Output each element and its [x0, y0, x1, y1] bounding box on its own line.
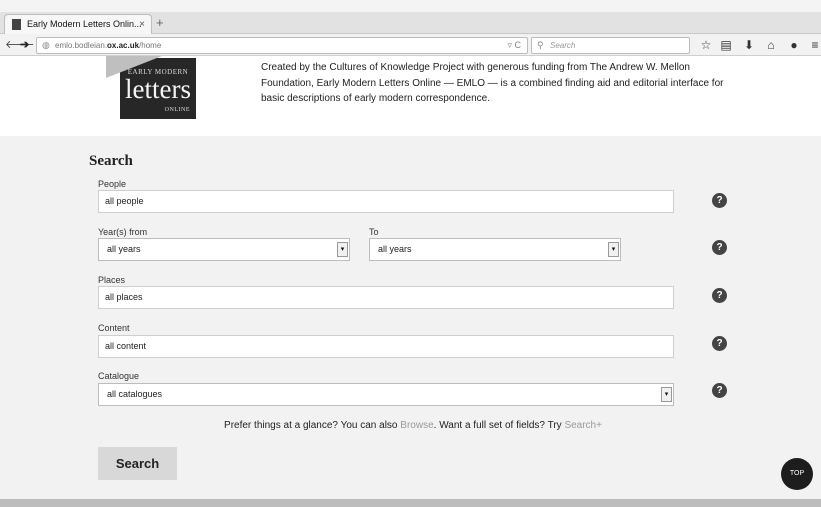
- download-icon[interactable]: ⬇: [741, 37, 757, 53]
- new-tab-button[interactable]: +: [156, 15, 164, 31]
- year-to-value: all years: [378, 244, 412, 254]
- content-input[interactable]: all content: [98, 335, 674, 358]
- globe-icon: ◍: [42, 40, 50, 50]
- year-from-select[interactable]: all years ▾: [98, 238, 350, 261]
- people-label: People: [98, 179, 127, 189]
- logo-line-main: letters: [125, 74, 191, 104]
- tab-title: Early Modern Letters Onlin...: [27, 19, 142, 29]
- search-placeholder: Search: [550, 41, 576, 50]
- places-label: Places: [98, 275, 126, 285]
- clipboard-icon[interactable]: ▤: [718, 37, 734, 53]
- emlo-logo[interactable]: EARLY MODERN letters ONLINE: [106, 56, 196, 119]
- address-bar[interactable]: ◍ emlo.bodleian.ox.ac.uk/home ▿ C: [36, 37, 528, 54]
- intro-text: Created by the Cultures of Knowledge Pro…: [261, 62, 724, 104]
- navigation-bar: 🡐 ➔ ◍ emlo.bodleian.ox.ac.uk/home ▿ C ⚲ …: [0, 34, 821, 56]
- catalogue-select[interactable]: all catalogues ▾: [98, 383, 674, 406]
- chat-icon[interactable]: ●: [786, 37, 802, 53]
- glance-prompt: Prefer things at a glance? You can also …: [0, 420, 821, 431]
- places-help-icon[interactable]: ?: [712, 288, 727, 303]
- catalogue-help-icon[interactable]: ?: [712, 383, 727, 398]
- url-path: /home: [139, 41, 162, 50]
- menu-icon[interactable]: ≡: [807, 37, 821, 53]
- browser-search-input[interactable]: ⚲ Search: [531, 37, 690, 54]
- reload-icon[interactable]: ▿ C: [507, 38, 521, 53]
- catalogue-value: all catalogues: [107, 389, 163, 399]
- bookmark-star-icon[interactable]: ☆: [698, 37, 714, 53]
- page-title: Search: [89, 153, 133, 169]
- places-input[interactable]: all places: [98, 286, 674, 309]
- year-to-label: To: [369, 227, 379, 237]
- year-from-value: all years: [107, 244, 141, 254]
- catalogue-label: Catalogue: [98, 371, 140, 381]
- content-label: Content: [98, 323, 130, 333]
- tab-close-icon[interactable]: ×: [139, 15, 145, 34]
- browse-link[interactable]: Browse: [400, 420, 433, 431]
- page-favicon-icon: [12, 19, 21, 30]
- search-icon: ⚲: [537, 40, 544, 50]
- content-help-icon[interactable]: ?: [712, 336, 727, 351]
- search-plus-link[interactable]: Search+: [564, 420, 602, 431]
- people-input[interactable]: all people: [98, 190, 674, 213]
- forward-icon[interactable]: ➔: [20, 37, 29, 53]
- year-from-label: Year(s) from: [98, 227, 148, 237]
- browser-tab[interactable]: Early Modern Letters Onlin... ×: [4, 14, 152, 35]
- people-help-icon[interactable]: ?: [712, 193, 727, 208]
- tab-bar: Early Modern Letters Onlin... × +: [0, 12, 821, 35]
- glance-middle: . Want a full set of fields? Try: [433, 420, 565, 431]
- url-domain: ox.ac.uk: [107, 41, 140, 50]
- back-to-top-button[interactable]: TOP: [781, 458, 813, 490]
- chevron-down-icon: ▾: [337, 242, 348, 257]
- home-icon[interactable]: ⌂: [763, 37, 779, 53]
- years-help-icon[interactable]: ?: [712, 240, 727, 255]
- os-taskbar: [0, 499, 821, 507]
- glance-prefix: Prefer things at a glance? You can also: [224, 420, 401, 431]
- search-button[interactable]: Search: [98, 447, 177, 480]
- chevron-down-icon: ▾: [608, 242, 619, 257]
- logo-line-bottom: ONLINE: [164, 107, 190, 113]
- url-host: emlo.bodleian.: [55, 41, 108, 50]
- chevron-down-icon: ▾: [661, 387, 672, 402]
- year-to-select[interactable]: all years ▾: [369, 238, 621, 261]
